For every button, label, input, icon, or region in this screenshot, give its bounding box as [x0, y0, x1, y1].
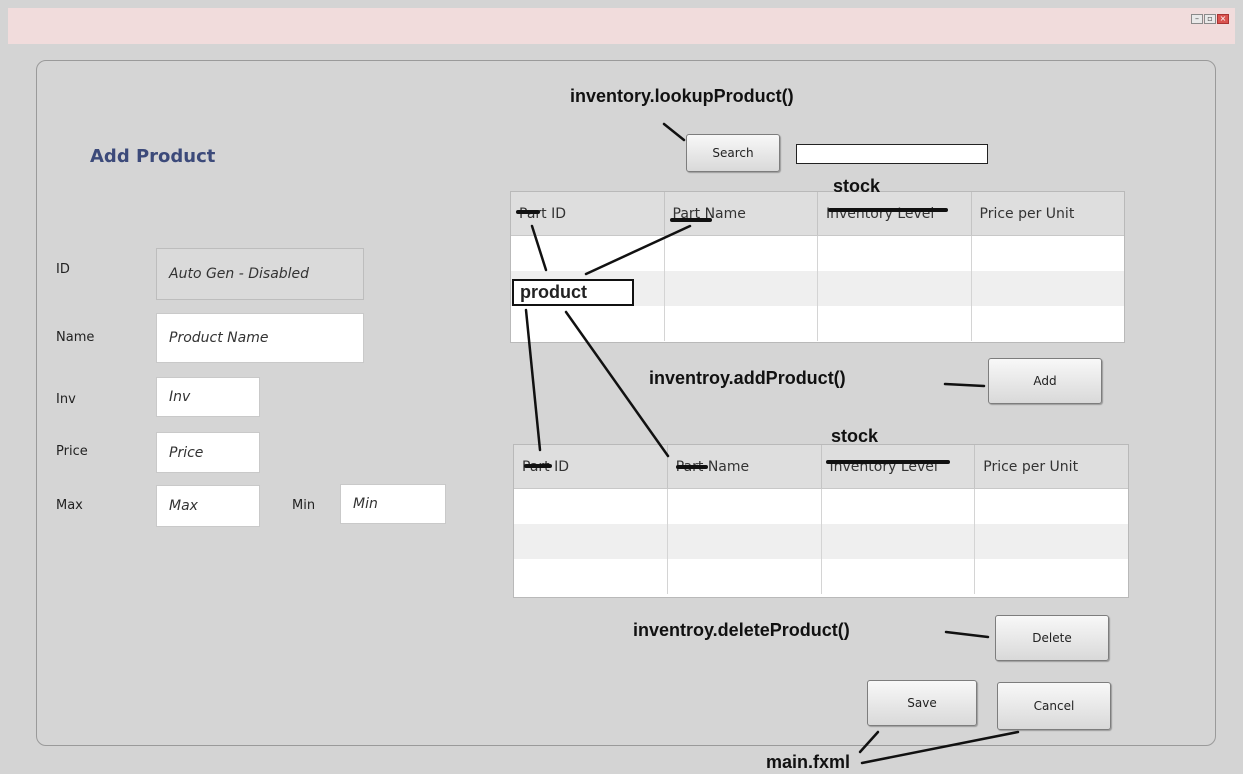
cancel-button[interactable]: Cancel: [997, 682, 1111, 730]
title-bar: – ▫ ×: [8, 8, 1235, 44]
page-title: Add Product: [90, 146, 216, 167]
annotation-add: inventroy.addProduct(): [649, 368, 846, 388]
column-price-per-unit[interactable]: Price per Unit: [975, 445, 1128, 488]
min-label: Min: [292, 498, 316, 513]
top-parts-table: Part ID Part Name Inventory Level Price …: [510, 191, 1125, 343]
table-row[interactable]: [514, 524, 1128, 559]
table-row[interactable]: [514, 559, 1128, 594]
add-button[interactable]: Add: [988, 358, 1102, 404]
annotation-lookup: inventory.lookupProduct(): [570, 86, 794, 106]
table-header: Part ID Part Name Inventory Level Price …: [511, 192, 1124, 236]
column-price-per-unit[interactable]: Price per Unit: [972, 192, 1125, 235]
id-field: Auto Gen - Disabled: [156, 248, 364, 300]
close-icon[interactable]: ×: [1217, 14, 1229, 24]
search-input[interactable]: [796, 144, 988, 164]
save-button[interactable]: Save: [867, 680, 977, 726]
maximize-icon[interactable]: ▫: [1204, 14, 1216, 24]
strike-mark: [670, 218, 712, 222]
annotation-stock: stock: [831, 426, 879, 446]
column-inventory-level[interactable]: Inventory Level: [818, 192, 972, 235]
bottom-parts-table: Part ID Part Name Inventory Level Price …: [513, 444, 1129, 598]
price-label: Price: [56, 444, 88, 459]
inv-label: Inv: [56, 392, 76, 407]
column-inventory-level[interactable]: Inventory Level: [822, 445, 976, 488]
name-label: Name: [56, 330, 95, 345]
delete-button[interactable]: Delete: [995, 615, 1109, 661]
annotation-delete: inventroy.deleteProduct(): [633, 620, 850, 640]
strike-mark: [828, 208, 948, 212]
minimize-icon[interactable]: –: [1191, 14, 1203, 24]
table-row[interactable]: [511, 236, 1124, 271]
max-label: Max: [56, 498, 83, 513]
search-button[interactable]: Search: [686, 134, 780, 172]
annotation-product: product: [512, 279, 634, 306]
table-header: Part ID Part Name Inventory Level Price …: [514, 445, 1128, 489]
window-controls: – ▫ ×: [1191, 14, 1229, 24]
max-field[interactable]: Max: [156, 485, 260, 527]
name-field[interactable]: Product Name: [156, 313, 364, 363]
column-part-name[interactable]: Part Name: [665, 192, 818, 235]
strike-mark: [524, 464, 552, 468]
id-label: ID: [56, 262, 70, 277]
annotation-stock: stock: [833, 176, 881, 196]
strike-mark: [676, 465, 708, 469]
annotation-main-fxml: main.fxml: [766, 752, 851, 772]
table-row[interactable]: [514, 489, 1128, 524]
strike-mark: [516, 210, 540, 214]
inv-field[interactable]: Inv: [156, 377, 260, 417]
min-field[interactable]: Min: [340, 484, 446, 524]
price-field[interactable]: Price: [156, 432, 260, 473]
strike-mark: [826, 460, 950, 464]
table-row[interactable]: [511, 306, 1124, 341]
